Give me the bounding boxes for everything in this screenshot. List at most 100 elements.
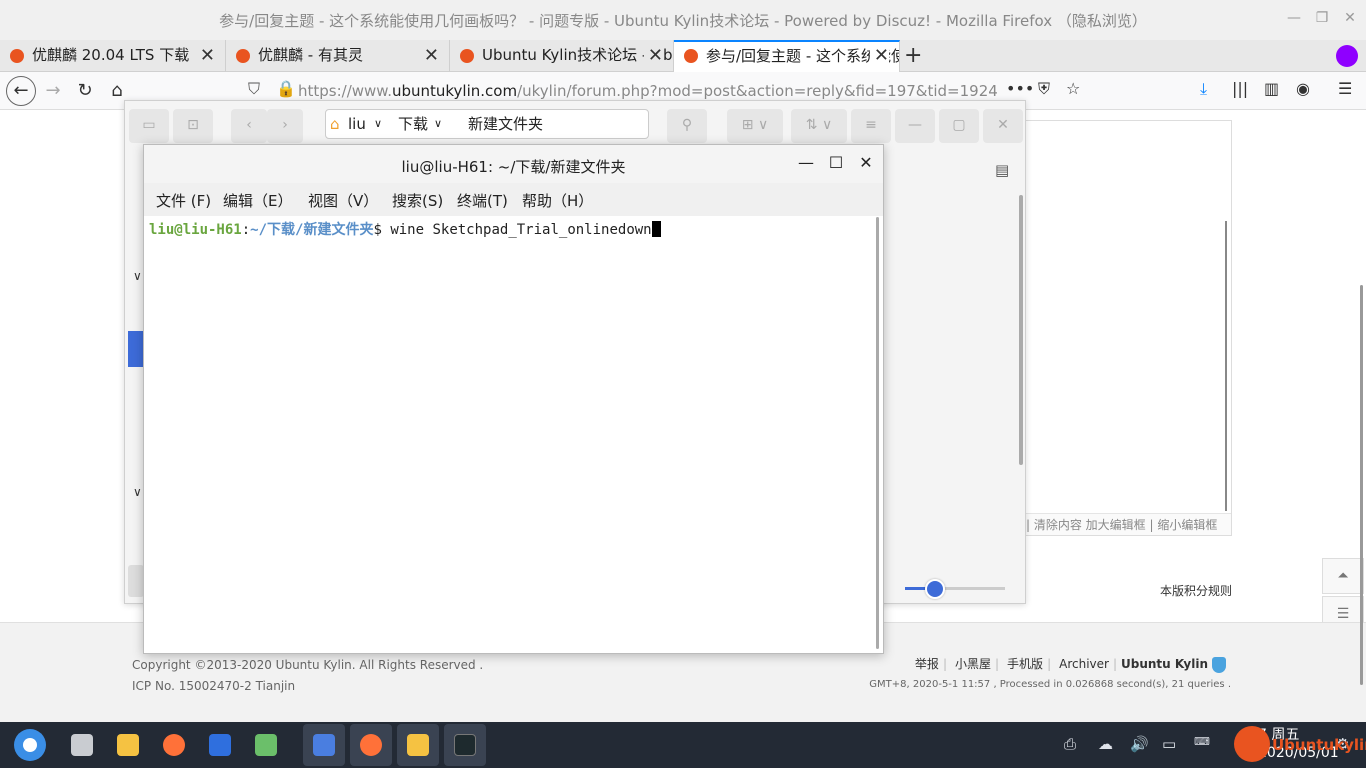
volume-icon[interactable]: 🔊 <box>1130 735 1149 753</box>
menu-view[interactable]: 视图（V） <box>308 190 378 211</box>
reload-button[interactable]: ↻ <box>72 78 98 104</box>
fm-maximize-icon[interactable]: ▢ <box>939 109 979 143</box>
close-tab-icon[interactable]: ✕ <box>869 42 889 70</box>
minimize-icon[interactable]: — <box>1284 10 1304 30</box>
firefox-icon[interactable] <box>158 729 190 761</box>
menu-file[interactable]: 文件 (F) <box>156 190 211 211</box>
ubuntu-favicon-icon <box>684 49 698 63</box>
footer-link-archiver[interactable]: Archiver <box>1059 657 1109 671</box>
input-method-icon[interactable]: ⌨ <box>1194 735 1210 748</box>
download-icon[interactable]: ⤓ <box>1200 79 1207 99</box>
terminal-maximize-icon[interactable]: ☐ <box>826 153 846 173</box>
ubuntu-logo-icon <box>1234 726 1270 762</box>
library-icon[interactable]: ||| <box>1232 79 1248 98</box>
image-viewer-icon[interactable] <box>250 729 282 761</box>
footer-link-blackroom[interactable]: 小黑屋 <box>955 657 991 671</box>
fm-close-icon[interactable]: ✕ <box>983 109 1023 143</box>
menu-icon[interactable]: ≡ <box>851 109 891 143</box>
close-tab-icon[interactable]: ✕ <box>424 40 439 71</box>
terminal-titlebar: liu@liu-H61: ~/下载/新建文件夹 — ☐ ✕ <box>144 145 883 183</box>
weather-icon[interactable]: ☁ <box>1098 735 1113 753</box>
view-mode-icon[interactable]: ⊞ ∨ <box>727 109 783 143</box>
terminal-command-line: liu@liu-H61:~/下载/新建文件夹$ wine Sketchpad_T… <box>149 219 661 239</box>
menu-help[interactable]: 帮助（H） <box>522 190 593 211</box>
chevron-down-icon[interactable]: ∨ <box>374 110 382 138</box>
footer-link-report[interactable]: 举报 <box>915 657 939 671</box>
page-actions-icon[interactable]: ••• <box>1006 79 1034 98</box>
search-icon[interactable]: ⚲ <box>667 109 707 143</box>
tab-ubuntukylin-download[interactable]: 优麒麟 20.04 LTS 下载 ✕ <box>0 40 226 72</box>
terminal-scrollbar[interactable] <box>876 217 879 649</box>
file-manager-running-icon[interactable] <box>397 724 439 766</box>
sidebar-button[interactable] <box>128 565 144 597</box>
footer-link-mobile[interactable]: 手机版 <box>1007 657 1043 671</box>
bookmark-star-icon[interactable]: ☆ <box>1066 79 1080 98</box>
menu-search[interactable]: 搜索(S) <box>392 190 443 211</box>
back-arrow-icon[interactable]: ‹ <box>231 109 267 143</box>
forward-button[interactable]: → <box>40 78 66 104</box>
sidebar-selected-item[interactable] <box>128 331 144 367</box>
private-browsing-icon <box>1336 45 1358 67</box>
fm-minimize-icon[interactable]: — <box>895 109 935 143</box>
restore-icon[interactable]: ❐ <box>1312 10 1332 30</box>
terminal-output[interactable]: liu@liu-H61:~/下载/新建文件夹$ wine Sketchpad_T… <box>144 216 883 653</box>
forward-arrow-icon[interactable]: › <box>267 109 303 143</box>
lock-warning-icon[interactable]: 🔒 <box>276 79 296 98</box>
crumb-liu[interactable]: liu <box>348 110 366 138</box>
taskbar: ⎙ ☁ 🔊 ▭ ⌨ 7 周五 2020/05/01 ⚙ Ubuntukylin <box>0 722 1366 768</box>
network-icon[interactable]: ⎙ <box>1064 735 1076 753</box>
notification-icon[interactable]: ▭ <box>1162 735 1176 753</box>
home-icon: ⌂ <box>330 115 340 133</box>
menu-edit[interactable]: 编辑（E） <box>223 190 292 211</box>
url-text[interactable]: https://www.ubuntukylin.com/ukylin/forum… <box>298 82 998 100</box>
footer-timestamp: GMT+8, 2020-5-1 11:57 , Processed in 0.0… <box>869 679 1231 690</box>
close-tab-icon[interactable]: ✕ <box>200 40 215 71</box>
terminal-running-icon[interactable] <box>444 724 486 766</box>
fm-scrollbar[interactable] <box>1019 195 1023 465</box>
file-manager-icon[interactable] <box>112 729 144 761</box>
terminal-close-icon[interactable]: ✕ <box>856 153 876 173</box>
location-breadcrumb[interactable]: ⌂ liu ∨ 下载 ∨ 新建文件夹 <box>325 109 649 139</box>
chevron-down-icon[interactable]: ∨ <box>434 110 442 138</box>
menu-terminal[interactable]: 终端(T) <box>457 190 508 211</box>
terminal-open-icon[interactable]: ⊡ <box>173 109 213 143</box>
tracking-shield-icon[interactable]: ⛉ <box>248 79 260 99</box>
crumb-new-folder[interactable]: 新建文件夹 <box>468 110 543 138</box>
account-icon[interactable]: ◉ <box>1296 79 1310 98</box>
tab-youqilin[interactable]: 优麒麟 - 有其灵 ✕ <box>226 40 450 72</box>
crumb-download[interactable]: 下载 <box>398 110 428 138</box>
tab-reply-active[interactable]: 参与/回复主题 - 这个系统能使用几何画板吗 ✕ <box>674 40 900 72</box>
editor-scrollbar[interactable] <box>1225 221 1227 511</box>
close-tab-icon[interactable]: ✕ <box>643 40 663 71</box>
menu-hamburger-icon[interactable]: ☰ <box>1338 79 1352 98</box>
back-button[interactable]: ← <box>6 76 36 106</box>
chevron-down-icon[interactable]: ∨ <box>133 269 142 283</box>
preview-pane-icon[interactable]: ▤ <box>995 161 1009 179</box>
rules-link[interactable]: 本版积分规则 <box>1160 582 1232 599</box>
sidebar-icon[interactable]: ▥ <box>1264 79 1279 98</box>
prompt-user-host: liu@liu-H61 <box>149 222 242 238</box>
tab-label: 优麒麟 - 有其灵 <box>258 46 363 64</box>
footer-brand[interactable]: Ubuntu Kylin <box>1121 657 1208 671</box>
pocket-icon[interactable]: ⛨ <box>1038 79 1050 99</box>
reply-editor[interactable]: | 清除内容 加大编辑框 | 缩小编辑框 <box>1026 120 1232 536</box>
editor-resize-bar[interactable]: | 清除内容 加大编辑框 | 缩小编辑框 <box>1026 513 1231 535</box>
close-window-icon[interactable]: ✕ <box>1340 10 1360 30</box>
terminal-menubar: 文件 (F) 编辑（E） 视图（V） 搜索(S) 终端(T) 帮助（H） <box>144 183 883 216</box>
desktop-switch-icon[interactable] <box>66 729 98 761</box>
page-scrollbar[interactable] <box>1358 110 1366 722</box>
zoom-slider[interactable] <box>905 579 1005 599</box>
tab-label: 优麒麟 20.04 LTS 下载 <box>32 46 190 64</box>
terminal-minimize-icon[interactable]: — <box>796 153 816 173</box>
zoom-slider-handle[interactable] <box>925 579 945 599</box>
start-menu-icon[interactable] <box>14 729 46 761</box>
wps-running-icon[interactable] <box>303 724 345 766</box>
new-tab-button[interactable]: + <box>904 43 922 68</box>
page-scrollbar-thumb[interactable] <box>1360 285 1363 685</box>
firefox-running-icon[interactable] <box>350 724 392 766</box>
sort-icon[interactable]: ⇅ ∨ <box>791 109 847 143</box>
new-folder-icon[interactable]: ▭ <box>129 109 169 143</box>
wps-writer-icon[interactable] <box>204 729 236 761</box>
chevron-down-icon[interactable]: ∨ <box>133 485 142 499</box>
tab-forum[interactable]: Ubuntu Kylin技术论坛 - Ubuntu Kylin ✕ <box>450 40 674 72</box>
